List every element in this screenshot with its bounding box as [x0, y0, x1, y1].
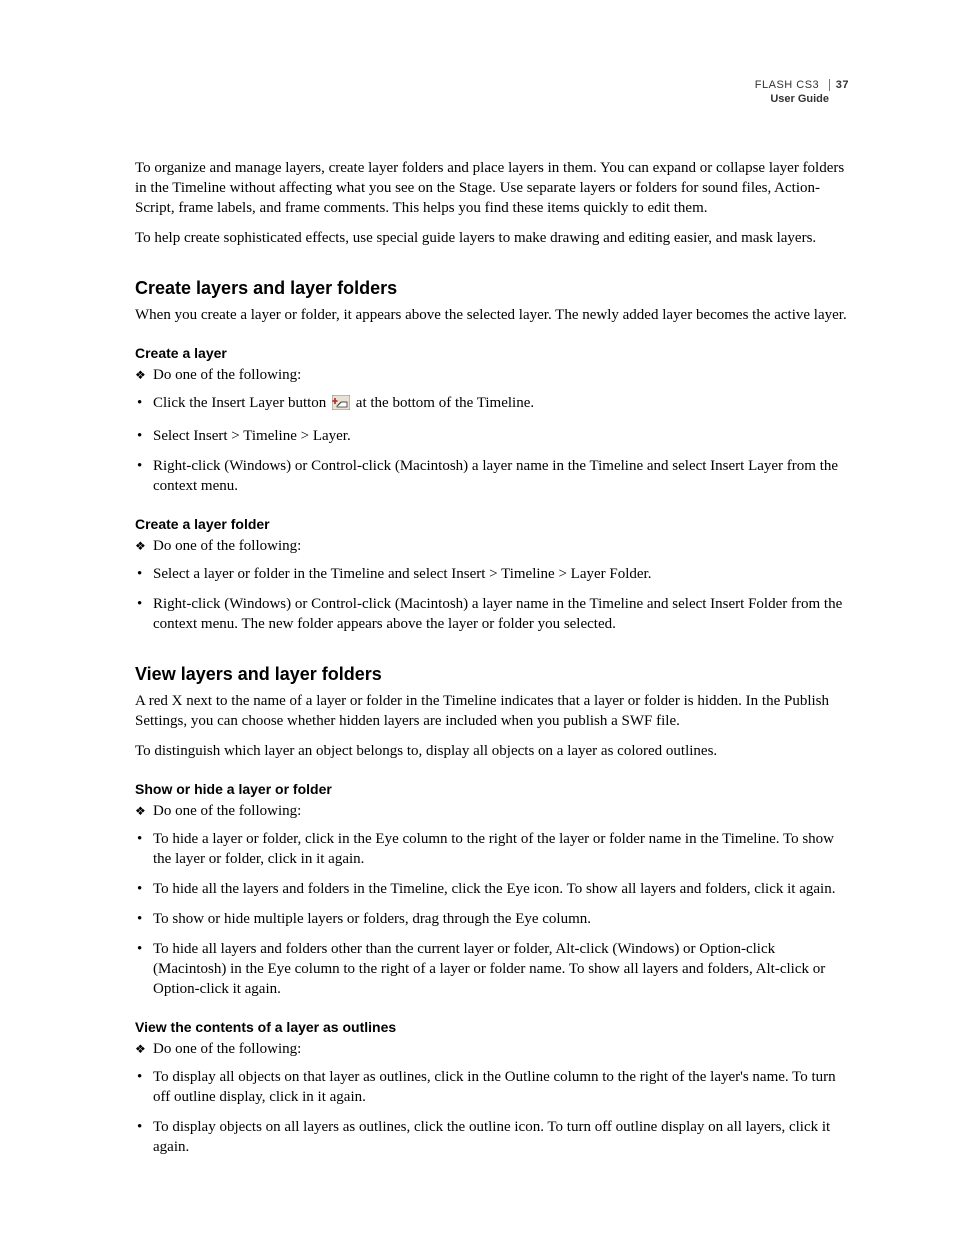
page-header: FLASH CS3 37 User Guide [755, 78, 849, 106]
list-item: To show or hide multiple layers or folde… [135, 909, 849, 929]
list-item: To hide all layers and folders other tha… [135, 939, 849, 999]
show-hide-list: To hide a layer or folder, click in the … [135, 829, 849, 999]
section-create-layers-title: Create layers and layer folders [135, 278, 849, 299]
list-item: To display all objects on that layer as … [135, 1067, 849, 1107]
list-item: To hide a layer or folder, click in the … [135, 829, 849, 869]
list-item-text-after: at the bottom of the Timeline. [352, 395, 534, 411]
list-item: Click the Insert Layer button at the bot… [135, 393, 849, 416]
section-view-layers-title: View layers and layer folders [135, 664, 849, 685]
insert-layer-icon [332, 395, 350, 416]
intro-paragraph-2: To help create sophisticated effects, us… [135, 228, 849, 248]
list-item: To display objects on all layers as outl… [135, 1117, 849, 1157]
create-layer-folder-list: Select a layer or folder in the Timeline… [135, 564, 849, 634]
intro-paragraph-1: To organize and manage layers, create la… [135, 158, 849, 218]
subsection-create-layer-title: Create a layer [135, 345, 849, 361]
page-content: To organize and manage layers, create la… [135, 78, 849, 1157]
show-hide-lead: Do one of the following: [135, 801, 849, 821]
list-item: Select a layer or folder in the Timeline… [135, 564, 849, 584]
subsection-show-hide-title: Show or hide a layer or folder [135, 781, 849, 797]
create-layer-list: Click the Insert Layer button at the bot… [135, 393, 849, 496]
list-item-text-before: Click the Insert Layer button [153, 395, 330, 411]
list-item: Select Insert > Timeline > Layer. [135, 426, 849, 446]
subsection-create-layer-folder-title: Create a layer folder [135, 516, 849, 532]
section-view-layers-p1: A red X next to the name of a layer or f… [135, 691, 849, 731]
view-outlines-lead: Do one of the following: [135, 1039, 849, 1059]
create-layer-folder-lead: Do one of the following: [135, 536, 849, 556]
list-item: To hide all the layers and folders in th… [135, 879, 849, 899]
page: FLASH CS3 37 User Guide To organize and … [0, 0, 954, 1235]
view-outlines-list: To display all objects on that layer as … [135, 1067, 849, 1157]
subsection-view-outlines-title: View the contents of a layer as outlines [135, 1019, 849, 1035]
list-item: Right-click (Windows) or Control-click (… [135, 456, 849, 496]
page-number: 37 [829, 79, 849, 91]
header-product: FLASH CS3 [755, 79, 819, 91]
list-item: Right-click (Windows) or Control-click (… [135, 594, 849, 634]
section-view-layers-p2: To distinguish which layer an object bel… [135, 741, 849, 761]
create-layer-lead: Do one of the following: [135, 365, 849, 385]
header-subtitle: User Guide [755, 92, 849, 106]
section-create-layers-p1: When you create a layer or folder, it ap… [135, 305, 849, 325]
